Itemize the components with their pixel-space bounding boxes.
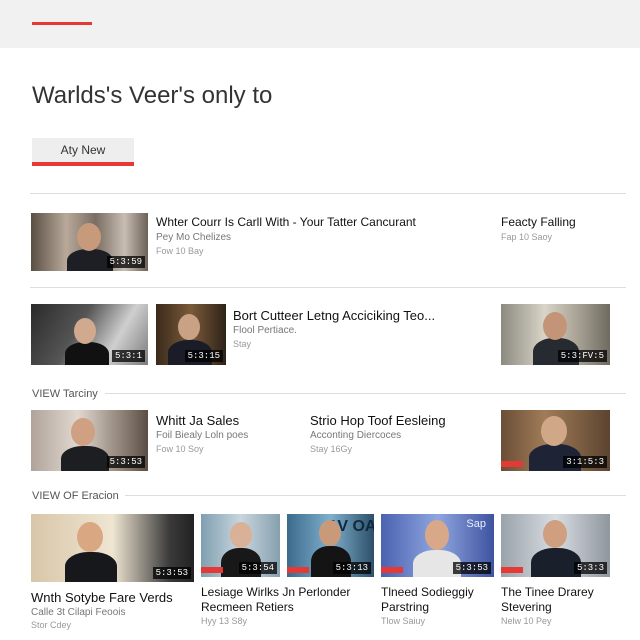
page-title: Warlds's Veer's only to <box>32 82 273 109</box>
video-subtitle: Parstring <box>381 600 430 614</box>
video-title[interactable]: The Tinee Drarey <box>501 585 594 599</box>
video-age: Stay 16Gy <box>310 444 353 454</box>
video-channel: Pey Mo Chelizes <box>156 232 232 243</box>
thumbnail-text: Sap <box>466 518 486 530</box>
video-duration: 5:3:1 <box>111 350 145 362</box>
video-thumbnail[interactable]: 5:3:53 <box>31 410 148 471</box>
divider <box>105 393 626 394</box>
video-duration: 5:3:FV:5 <box>557 350 607 362</box>
filter-button[interactable]: Aty New <box>32 138 134 166</box>
divider <box>30 287 626 288</box>
video-duration: 5:3:15 <box>184 350 223 362</box>
live-badge <box>381 567 403 573</box>
video-channel: Foil Biealy Loln poes <box>156 430 249 441</box>
video-meta: Fap 10 Saoy <box>501 232 553 242</box>
video-title[interactable]: Wnth Sotybe Fare Verds <box>31 590 173 605</box>
video-channel: Flool Pertiace. <box>233 325 297 336</box>
video-duration: 3:1:5:3 <box>563 456 607 468</box>
video-age: Tlow Saiuy <box>381 616 426 626</box>
video-title[interactable]: Strio Hop Toof Eesleing <box>310 413 446 428</box>
video-thumbnail[interactable]: 5:3:FV:5 <box>501 304 610 365</box>
video-thumbnail[interactable]: 5:3:54 <box>201 514 280 577</box>
section-label: VIEW Tarciny <box>32 388 98 400</box>
video-channel: Acconting Diercoces <box>310 430 402 441</box>
divider <box>30 193 626 194</box>
video-thumbnail[interactable]: 5:3:53 <box>31 514 194 582</box>
video-age: Hyy 13 S8y <box>201 616 248 626</box>
video-duration: 5:3:53 <box>152 567 191 579</box>
video-thumbnail[interactable]: AV OA 5:3:13 <box>287 514 374 577</box>
divider <box>125 495 626 496</box>
live-badge <box>201 567 223 573</box>
video-title[interactable]: Whter Courr Is Carll With - Your Tatter … <box>156 215 416 229</box>
live-badge <box>501 567 523 573</box>
active-tab-indicator <box>32 22 92 25</box>
video-title[interactable]: Lesiage Wirlks Jn Perlonder <box>201 585 350 599</box>
top-bar <box>0 0 640 48</box>
video-title[interactable]: Bort Cutteer Letng Acciciking Teo... <box>233 308 435 323</box>
video-thumbnail[interactable]: 5:3:15 <box>156 304 226 365</box>
video-title[interactable]: Feacty Falling <box>501 215 576 229</box>
video-duration: 5:3:53 <box>106 456 145 468</box>
live-badge <box>501 461 523 467</box>
video-title[interactable]: Tlneed Sodieggiy <box>381 585 474 599</box>
video-age: Stay <box>233 339 252 349</box>
live-badge <box>287 567 309 573</box>
video-thumbnail[interactable]: 3:1:5:3 <box>501 410 610 471</box>
video-duration: 5:3:54 <box>238 562 277 574</box>
video-thumbnail[interactable]: 5:3:1 <box>31 304 148 365</box>
video-duration: 5:3:3 <box>573 562 607 574</box>
video-thumbnail[interactable]: Sap 5:3:53 <box>381 514 494 577</box>
video-age: Fow 10 Bay <box>156 246 204 256</box>
video-subtitle: Recmeen Retiers <box>201 600 294 614</box>
video-duration: 5:3:59 <box>106 256 145 268</box>
video-duration: 5:3:13 <box>332 562 371 574</box>
video-age: Nelw 10 Pey <box>501 616 552 626</box>
video-subtitle: Stevering <box>501 600 552 614</box>
video-title[interactable]: Whitt Ja Sales <box>156 413 239 428</box>
video-age: Fow 10 Soy <box>156 444 204 454</box>
video-age: Stor Cdey <box>31 620 72 630</box>
video-duration: 5:3:53 <box>452 562 491 574</box>
section-label: VIEW OF Eracion <box>32 490 119 502</box>
video-thumbnail[interactable]: 5:3:3 <box>501 514 610 577</box>
video-channel: Calle 3t Cilapi Feoois <box>31 607 126 618</box>
video-thumbnail[interactable]: 5:3:59 <box>31 213 148 271</box>
